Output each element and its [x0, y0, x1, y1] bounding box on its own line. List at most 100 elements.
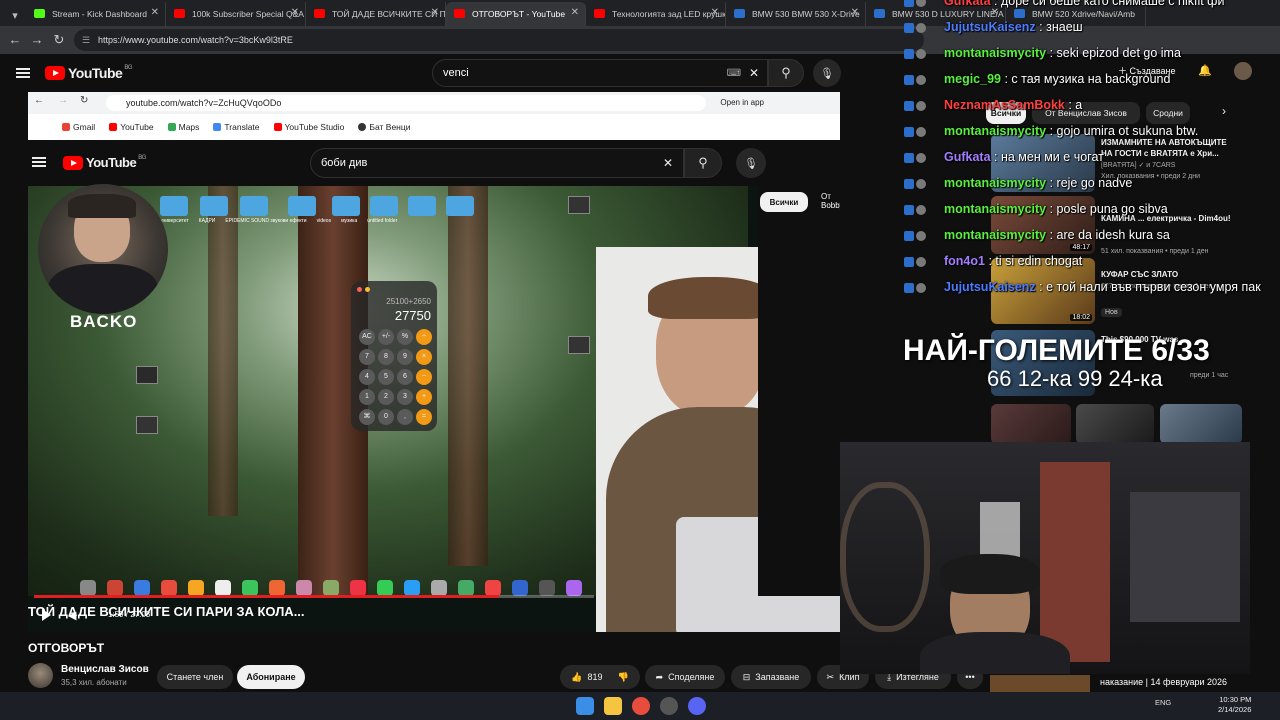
menu-icon[interactable]: [16, 68, 30, 78]
keyboard-icon[interactable]: ⌨: [727, 68, 741, 79]
dock-app-icon: [269, 580, 285, 596]
calculator-key: ×: [416, 349, 432, 365]
dock-app-icon: [377, 580, 393, 596]
browser-tab-active[interactable]: ОТГОВОРЪТ - YouTube ✕: [446, 2, 586, 26]
video-player[interactable]: ← → ↻ youtube.com/watch?v=ZcHuQVqoODo Op…: [28, 92, 840, 632]
chat-badge-icon: [904, 48, 940, 60]
account-avatar[interactable]: [1234, 62, 1252, 80]
thumbs-down-icon[interactable]: 👎: [618, 672, 629, 683]
maps-icon: [167, 123, 176, 131]
chat-username: Gufkata: [944, 0, 991, 8]
bookmark-translate: Translate: [213, 122, 260, 132]
video-progress-played[interactable]: [34, 595, 499, 598]
inner-forward-icon: →: [58, 95, 68, 106]
notifications-bell-icon[interactable]: 🔔: [1198, 64, 1212, 77]
calculator-key: 3: [397, 389, 413, 405]
dock-app-icon: [350, 580, 366, 596]
folder-icon: [288, 196, 316, 216]
close-tab-icon[interactable]: ✕: [851, 7, 859, 18]
related-video-thumbnail[interactable]: [1160, 404, 1242, 444]
close-tab-icon[interactable]: ✕: [991, 7, 999, 18]
inner-address-bar: youtube.com/watch?v=ZcHuQVqoODo Open in …: [106, 95, 764, 111]
bmw-favicon-icon: [1014, 9, 1025, 18]
dock-app-icon: [215, 580, 231, 596]
chat-username: Gufkata: [944, 150, 991, 164]
search-button[interactable]: ⚲: [768, 59, 804, 87]
chat-text: : posle puna go sibva: [1046, 202, 1168, 216]
join-button[interactable]: Станете член: [157, 665, 233, 689]
dock-app-icon: [458, 580, 474, 596]
chrome-icon[interactable]: [632, 697, 650, 715]
channel-name[interactable]: Венцислав Зисов: [61, 664, 149, 675]
file-explorer-icon[interactable]: [604, 697, 622, 715]
share-button[interactable]: ➦ Споделяне: [645, 665, 725, 689]
related-video-thumbnail[interactable]: [1076, 404, 1154, 444]
windows-start-icon[interactable]: [576, 697, 594, 715]
chevron-right-icon[interactable]: ›: [1222, 104, 1226, 118]
close-tab-icon[interactable]: ✕: [291, 7, 299, 18]
open-in-app-label: Open in app: [720, 98, 764, 107]
inner-chip-bobbydiv: От BobbyDiv: [821, 192, 840, 210]
scissors-icon: ✂: [826, 671, 835, 682]
video-progress-remaining[interactable]: [499, 595, 594, 598]
chat-username: montanaismycity: [944, 176, 1047, 190]
site-info-icon[interactable]: ☰: [82, 29, 90, 51]
inner-mic-icon: 🎙: [736, 148, 766, 178]
save-button[interactable]: ⊟ Запазване: [731, 665, 811, 689]
clear-search-icon[interactable]: ✕: [749, 66, 759, 80]
related-video-title[interactable]: НА ГОСТИ с BRATЯТА е Хри...: [1101, 149, 1251, 158]
browser-tab[interactable]: 100k Subscriber Special Q&A ✕: [166, 2, 306, 26]
calculator-key: ,: [397, 409, 413, 425]
related-video-title[interactable]: КУФАР СЪС ЗЛАТО: [1101, 270, 1251, 279]
tab-search-icon[interactable]: ▾: [4, 4, 26, 26]
calc-expression: 25100+2650: [386, 297, 431, 306]
close-tab-icon[interactable]: ✕: [711, 7, 719, 18]
channel-avatar[interactable]: [28, 663, 53, 688]
headphones: [940, 554, 1040, 594]
folder-icon: [408, 196, 436, 216]
obs-icon[interactable]: [660, 697, 678, 715]
file-thumbnail-icon: [568, 196, 590, 214]
chat-message: JujutsuKaisenz : знаеш: [904, 20, 1083, 34]
calculator-key: ⌘: [359, 409, 375, 425]
subscribe-button[interactable]: Абониране: [237, 665, 305, 689]
reload-icon[interactable]: ↻: [50, 31, 68, 49]
close-tab-icon[interactable]: ✕: [431, 7, 439, 18]
discord-icon[interactable]: [688, 697, 706, 715]
related-video-thumbnail[interactable]: [991, 404, 1071, 444]
youtube-icon: [109, 123, 118, 131]
browser-tab[interactable]: Stream - Kick Dashboard ✕: [26, 2, 166, 26]
like-dislike-group[interactable]: 👍 819 👎: [560, 665, 640, 689]
close-tab-icon[interactable]: ✕: [571, 7, 579, 18]
chat-username: montanaismycity: [944, 124, 1047, 138]
close-tab-icon[interactable]: ✕: [151, 7, 159, 18]
system-clock[interactable]: 10:30 PM 2/14/2026: [1218, 695, 1251, 715]
inner-browser: ← → ↻ youtube.com/watch?v=ZcHuQVqoODo Op…: [28, 92, 840, 140]
streamer-body: [920, 632, 1070, 674]
language-indicator[interactable]: ENG: [1155, 698, 1171, 707]
chip-related[interactable]: Сродни: [1146, 102, 1190, 124]
play-icon[interactable]: [42, 609, 51, 621]
thumbs-up-icon[interactable]: 👍: [571, 672, 582, 683]
forward-arrow-icon[interactable]: →: [28, 31, 46, 49]
related-video-title[interactable]: ИЗМАМНИТЕ НА АВТОКЪЩИТЕ: [1101, 138, 1251, 147]
webcam-circle-overlay: [38, 184, 168, 314]
chat-badge-icon: [904, 126, 940, 138]
mic-icon[interactable]: 🎙: [813, 59, 841, 87]
bookmark-youtube: YouTube: [109, 122, 154, 132]
browser-tab[interactable]: BMW 530 BMW 530 X-Drive ✕: [726, 2, 866, 26]
volume-icon[interactable]: ◀: [68, 609, 76, 622]
dock-app-icon: [539, 580, 555, 596]
youtube-logo[interactable]: YouTube BG: [45, 65, 132, 81]
back-arrow-icon[interactable]: ←: [6, 31, 24, 49]
browser-tab[interactable]: Технологията зад LED крушки ✕: [586, 2, 726, 26]
chat-badge-icon: [904, 204, 940, 216]
search-input[interactable]: venci ⌨ ✕: [432, 59, 768, 87]
browser-tab[interactable]: ТОЙ ДАДЕ ВСИЧКИТЕ СИ П ✕: [306, 2, 446, 26]
chat-text: : е той нали във първи сезон умря пак: [1035, 280, 1261, 294]
window-close-dot-icon: [357, 287, 362, 292]
address-bar[interactable]: ☰ https://www.youtube.com/watch?v=3bcKw9…: [74, 29, 924, 51]
kick-favicon-icon: [34, 9, 45, 18]
chat-text: : на мен ми е чогат: [990, 150, 1104, 164]
bookmark-youtube-studio: YouTube Studio: [273, 122, 344, 132]
